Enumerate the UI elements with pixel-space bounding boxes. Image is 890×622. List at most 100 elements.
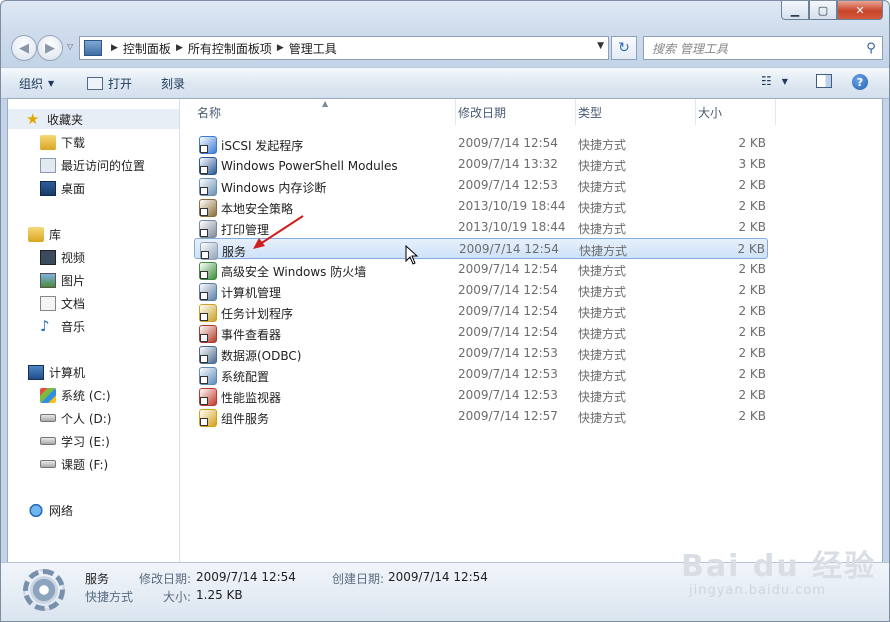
shortcut-icon (199, 199, 217, 217)
file-name-cell: 事件查看器 (199, 325, 281, 343)
file-name-cell: 任务计划程序 (199, 304, 293, 322)
file-date: 2009/7/14 12:54 (458, 304, 558, 318)
refresh-button[interactable]: ↻ (611, 36, 637, 60)
file-date: 2013/10/19 18:44 (458, 220, 566, 234)
nav-libraries[interactable]: 库 (28, 224, 61, 244)
shortcut-icon (199, 367, 217, 385)
breadcrumb-all-items[interactable]: 所有控制面板项 (188, 40, 272, 57)
back-button[interactable]: ◀ (11, 35, 37, 61)
nav-label: 图片 (61, 273, 86, 288)
nav-network[interactable]: 网络 (28, 500, 73, 520)
file-size: 3 KB (738, 157, 766, 171)
nav-drive-e[interactable]: 学习 (E:) (40, 431, 110, 451)
nav-label: 最近访问的位置 (61, 158, 146, 173)
file-name-cell: 服务 (200, 242, 246, 260)
view-options-button[interactable]: ☷ ▼ (761, 74, 788, 88)
column-header-type[interactable]: 类型 (576, 99, 696, 125)
picture-library-icon (40, 272, 56, 288)
nav-computer[interactable]: 计算机 (28, 362, 85, 382)
nav-drive-d[interactable]: 个人 (D:) (40, 408, 111, 428)
shortcut-icon (199, 304, 217, 322)
file-row[interactable]: 计算机管理 2009/7/14 12:54 快捷方式 2 KB (194, 280, 768, 301)
file-name-cell: iSCSI 发起程序 (199, 136, 303, 154)
navigation-bar: ◀ ▶ ▽ ▶ 控制面板 ▶ 所有控制面板项 ▶ 管理工具 ▼ ↻ 搜索 管理工… (9, 33, 883, 61)
nav-label: 系统 (C:) (61, 388, 111, 403)
column-date-label: 修改日期 (458, 105, 507, 120)
breadcrumb-control-panel[interactable]: 控制面板 (123, 40, 171, 57)
file-row[interactable]: 组件服务 2009/7/14 12:57 快捷方式 2 KB (194, 406, 768, 427)
shortcut-icon (199, 262, 217, 280)
drive-icon (40, 460, 56, 468)
file-date: 2009/7/14 13:32 (458, 157, 558, 171)
file-row[interactable]: Windows PowerShell Modules 2009/7/14 13:3… (194, 154, 768, 175)
file-name-cell: 系统配置 (199, 367, 269, 385)
details-size-value: 1.25 KB (196, 588, 243, 602)
maximize-button[interactable]: ▢ (809, 1, 837, 20)
file-size: 2 KB (738, 262, 766, 276)
nav-pictures[interactable]: 图片 (40, 270, 85, 290)
nav-music[interactable]: ♪ 音乐 (40, 316, 85, 336)
file-row[interactable]: 事件查看器 2009/7/14 12:54 快捷方式 2 KB (194, 322, 768, 343)
file-name: 系统配置 (221, 369, 270, 384)
file-size: 2 KB (738, 367, 766, 381)
nav-drive-f[interactable]: 课题 (F:) (40, 454, 108, 474)
search-input[interactable]: 搜索 管理工具 (652, 40, 860, 57)
nav-favorites[interactable]: ★ 收藏夹 (8, 109, 179, 129)
file-row[interactable]: Windows 内存诊断 2009/7/14 12:53 快捷方式 2 KB (194, 175, 768, 196)
file-list: ▲ 名称 修改日期 类型 大小 iSCSI 发起程序 2009/7/14 12:5… (180, 99, 882, 562)
nav-videos[interactable]: 视频 (40, 247, 85, 267)
address-bar[interactable]: ▶ 控制面板 ▶ 所有控制面板项 ▶ 管理工具 ▼ (79, 36, 609, 60)
file-name-cell: 组件服务 (199, 409, 269, 427)
help-icon: ? (852, 74, 868, 90)
computer-icon (28, 364, 44, 380)
file-row[interactable]: iSCSI 发起程序 2009/7/14 12:54 快捷方式 2 KB (194, 133, 768, 154)
details-modified-value: 2009/7/14 12:54 (196, 570, 296, 584)
file-date: 2009/7/14 12:54 (458, 136, 558, 150)
file-row[interactable]: 高级安全 Windows 防火墙 2009/7/14 12:54 快捷方式 2 KB (194, 259, 768, 280)
command-bar: 组织 ▼ 打开 刻录 ☷ ▼ ? (1, 67, 889, 99)
file-size: 2 KB (737, 242, 765, 256)
file-size: 2 KB (738, 220, 766, 234)
close-button[interactable]: ✕ (837, 1, 883, 20)
file-size: 2 KB (738, 409, 766, 423)
column-header-size[interactable]: 大小 (696, 99, 776, 125)
breadcrumb-admin-tools[interactable]: 管理工具 (289, 40, 337, 57)
watermark-brand: Bai du 经验 (681, 549, 877, 584)
help-button[interactable]: ? (852, 74, 868, 90)
file-row[interactable]: 任务计划程序 2009/7/14 12:54 快捷方式 2 KB (194, 301, 768, 322)
file-size: 2 KB (738, 178, 766, 192)
minimize-button[interactable]: ▁ (781, 1, 809, 20)
open-button[interactable]: 打开 (87, 75, 132, 92)
nav-label: 课题 (F:) (61, 457, 109, 472)
details-created-value: 2009/7/14 12:54 (388, 570, 488, 584)
nav-label: 文档 (61, 296, 86, 311)
details-size-label: 大小: (163, 590, 192, 604)
file-row[interactable]: 系统配置 2009/7/14 12:53 快捷方式 2 KB (194, 364, 768, 385)
burn-button[interactable]: 刻录 (161, 75, 185, 92)
file-date: 2009/7/14 12:53 (458, 388, 558, 402)
file-row[interactable]: 性能监视器 2009/7/14 12:53 快捷方式 2 KB (194, 385, 768, 406)
nav-desktop[interactable]: 桌面 (40, 178, 85, 198)
file-name-cell: 高级安全 Windows 防火墙 (199, 262, 366, 280)
search-icon[interactable]: ⚲ (860, 41, 882, 56)
shortcut-icon (199, 346, 217, 364)
nav-drive-c[interactable]: 系统 (C:) (40, 385, 111, 405)
nav-documents[interactable]: 文档 (40, 293, 85, 313)
search-box[interactable]: 搜索 管理工具 ⚲ (643, 36, 883, 60)
forward-button[interactable]: ▶ (37, 35, 63, 61)
address-history-dropdown[interactable]: ▼ (597, 41, 604, 51)
library-folder-icon (28, 226, 44, 242)
preview-pane-button[interactable] (816, 74, 832, 88)
recent-pages-dropdown[interactable]: ▽ (67, 42, 73, 51)
organize-button[interactable]: 组织 ▼ (19, 75, 54, 92)
nav-downloads[interactable]: 下载 (40, 132, 85, 152)
column-header-name[interactable]: 名称 (180, 99, 456, 125)
burn-label: 刻录 (161, 77, 186, 91)
file-row[interactable]: 数据源(ODBC) 2009/7/14 12:53 快捷方式 2 KB (194, 343, 768, 364)
column-header-date[interactable]: 修改日期 (456, 99, 576, 125)
nav-recent-places[interactable]: 最近访问的位置 (40, 155, 145, 175)
file-type: 快捷方式 (578, 180, 627, 194)
file-size: 2 KB (738, 136, 766, 150)
file-type: 快捷方式 (578, 201, 627, 215)
chevron-down-icon: ▼ (48, 79, 55, 88)
